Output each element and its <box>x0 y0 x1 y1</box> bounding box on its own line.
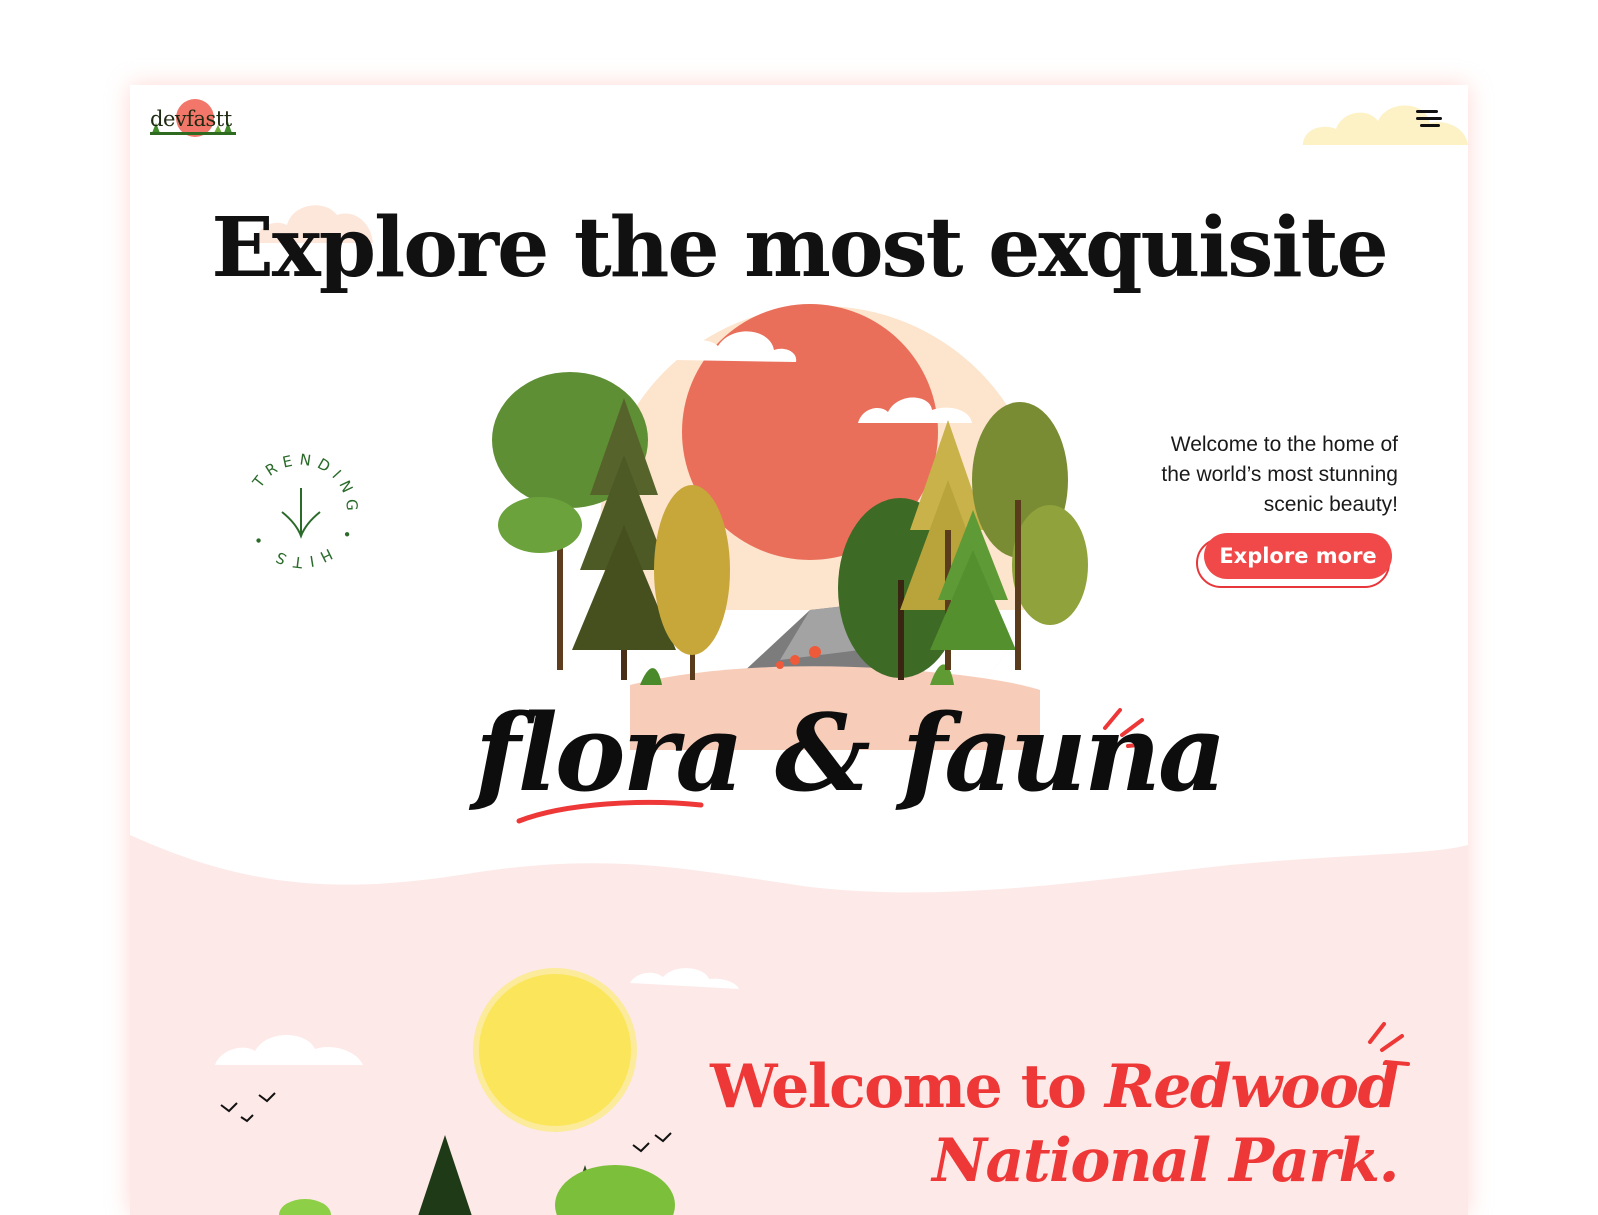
intro-text: Welcome to the home of the world’s most … <box>1098 430 1398 520</box>
intro-line-2: the world’s most stunning <box>1161 463 1398 486</box>
welcome-heading: Welcome to Redwood National Park. <box>710 1050 1400 1198</box>
svg-text:TRENDING • HITS •: TRENDING • HITS • <box>246 450 361 571</box>
intro-line-3: scenic beauty! <box>1263 493 1398 516</box>
badge-text: TRENDING • HITS • <box>246 450 355 571</box>
explore-more-button-wrapper: Explore more <box>1196 533 1396 588</box>
brand-logo[interactable]: devfastt <box>150 99 236 143</box>
arrow-down-sprout-icon <box>281 488 321 539</box>
forest-sun-illustration <box>492 304 1150 750</box>
explore-more-button[interactable]: Explore more <box>1204 533 1392 579</box>
heading-accent-strokes <box>1368 1022 1410 1066</box>
welcome-heading-park: National Park. <box>932 1126 1399 1196</box>
welcome-heading-plain: Welcome to <box>710 1052 1105 1122</box>
welcome-heading-redwood: Redwood <box>1104 1052 1400 1122</box>
intro-line-1: Welcome to the home of <box>1170 433 1398 456</box>
trending-hits-badge[interactable]: TRENDING • HITS • <box>240 450 362 572</box>
hamburger-menu-icon[interactable] <box>1414 107 1444 131</box>
page-card: devfastt Explore the most exquisite TREN… <box>130 85 1468 1215</box>
underline-swoosh <box>516 799 704 824</box>
brand-name: devfastt <box>150 107 232 131</box>
